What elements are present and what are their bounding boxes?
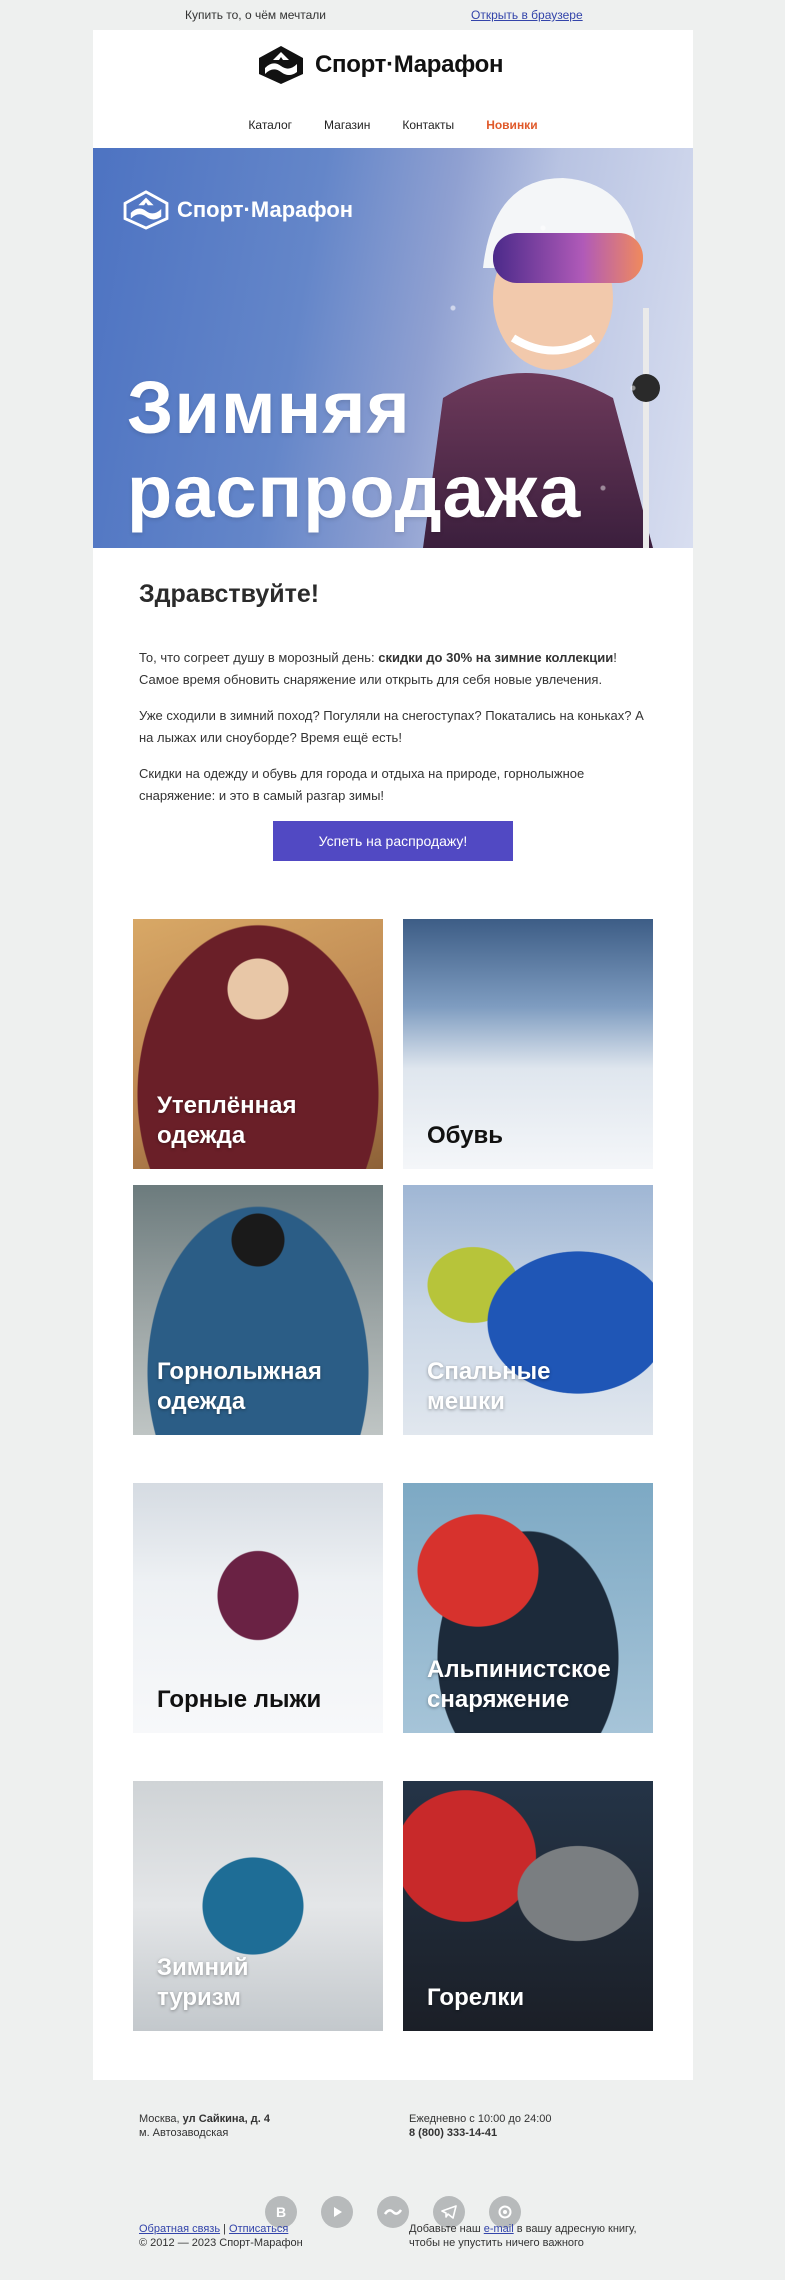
phone-number[interactable]: 8 (800) 333-14-41: [409, 2127, 497, 2139]
tile-climbing-gear[interactable]: Альпинистское снаряжение: [403, 1483, 653, 1733]
tile-label: Спальные мешки: [427, 1357, 551, 1417]
tile-label-line2: мешки: [427, 1388, 505, 1415]
intro-paragraph-3: Скидки на одежду и обувь для города и от…: [139, 766, 585, 803]
footer-add-email: Добавьте наш e-mail в вашу адресную книг…: [409, 2222, 659, 2250]
hero-banner[interactable]: Спорт·Марафон Зимняя распродажа: [93, 148, 693, 548]
email-body: Спорт·Марафон Каталог Магазин Контакты Н…: [93, 30, 693, 2080]
footer-links: Обратная связь | Отписаться © 2012 — 202…: [139, 2222, 303, 2250]
tile-label-line1: Горные лыжи: [157, 1686, 322, 1713]
address-line: Москва, ул Сайкина, д. 4: [139, 2112, 270, 2126]
add-text: Добавьте наш: [409, 2223, 484, 2235]
footer-hours: Ежедневно с 10:00 до 24:00 8 (800) 333-1…: [409, 2112, 552, 2140]
tile-label: Зимний туризм: [157, 1953, 249, 2013]
nav-store[interactable]: Магазин: [324, 118, 370, 132]
tile-burners[interactable]: Горелки: [403, 1781, 653, 2031]
tile-winter-tourism[interactable]: Зимний туризм: [133, 1781, 383, 2031]
tile-label: Альпинистское снаряжение: [427, 1655, 611, 1715]
email-link[interactable]: e-mail: [484, 2223, 514, 2235]
intro-paragraph-2: Уже сходили в зимний поход? Погуляли на …: [139, 708, 644, 745]
footer-links-row: Обратная связь | Отписаться: [139, 2222, 303, 2236]
youtube-icon[interactable]: [321, 2196, 353, 2228]
intro-paragraph-1: То, что согреет душу в морозный день: ск…: [139, 647, 647, 691]
header: Спорт·Марафон Каталог Магазин Контакты Н…: [93, 30, 693, 148]
tile-sleeping-bags[interactable]: Спальные мешки: [403, 1185, 653, 1435]
city: Москва,: [139, 2113, 183, 2125]
tile-label-line2: снаряжение: [427, 1686, 570, 1713]
footer: Москва, ул Сайкина, д. 4 м. Автозаводска…: [0, 2080, 785, 2280]
tile-label-line1: Обувь: [427, 1122, 504, 1149]
metro: м. Автозаводская: [139, 2127, 229, 2139]
tile-insulated-clothing[interactable]: Утеплённая одежда: [133, 919, 383, 1169]
tile-label: Горнолыжная одежда: [157, 1357, 322, 1417]
tile-label: Утеплённая одежда: [157, 1091, 296, 1151]
feedback-link[interactable]: Обратная связь: [139, 2223, 220, 2235]
main-nav: Каталог Магазин Контакты Новинки: [93, 118, 693, 132]
tile-label-line1: Горелки: [427, 1984, 525, 2011]
p1-highlight: скидки до 30% на зимние коллекции: [378, 650, 614, 665]
p1-text: То, что согреет душу в морозный день:: [139, 650, 379, 665]
tile-label-line1: Зимний: [157, 1954, 249, 1981]
sale-cta-button[interactable]: Успеть на распродажу!: [273, 821, 513, 861]
wave-shape-icon: [384, 2209, 402, 2215]
wave-icon[interactable]: [377, 2196, 409, 2228]
ring-icon: [498, 2205, 512, 2219]
tile-label-line2: одежда: [157, 1122, 246, 1149]
hero-logo: Спорт·Марафон: [123, 190, 353, 230]
hero-title: Зимняя распродажа: [127, 366, 581, 534]
tile-label-line1: Альпинистское: [427, 1656, 611, 1683]
mountain-logo-icon: [259, 46, 303, 84]
nav-contacts[interactable]: Контакты: [402, 118, 454, 132]
brand-name: Спорт·Марафон: [315, 51, 504, 78]
play-icon: [334, 2207, 342, 2217]
tile-footwear[interactable]: Обувь: [403, 919, 653, 1169]
unsubscribe-link[interactable]: Отписаться: [229, 2223, 288, 2235]
mountain-logo-icon: [123, 190, 169, 230]
footer-address: Москва, ул Сайкина, д. 4 м. Автозаводска…: [139, 2112, 270, 2140]
link-separator: |: [220, 2223, 230, 2235]
tile-label: Обувь: [427, 1121, 503, 1151]
hero-title-line2: распродажа: [127, 450, 582, 533]
tile-label: Горные лыжи: [157, 1685, 321, 1715]
tile-ski-clothing[interactable]: Горнолыжная одежда: [133, 1185, 383, 1435]
tile-label-line1: Спальные: [427, 1358, 551, 1385]
intro-content: Здравствуйте! То, что согреет душу в мор…: [93, 548, 693, 861]
copyright: © 2012 — 2023 Спорт-Марафон: [139, 2237, 303, 2249]
open-in-browser-link[interactable]: Открыть в браузере: [471, 8, 583, 22]
vk-glyph: В: [275, 2204, 287, 2220]
brand-logo[interactable]: Спорт·Марафон: [257, 44, 503, 86]
cta-wrap: Успеть на распродажу!: [139, 821, 647, 861]
tile-alpine-skis[interactable]: Горные лыжи: [133, 1483, 383, 1733]
opening-hours: Ежедневно с 10:00 до 24:00: [409, 2113, 552, 2125]
tile-label-line1: Утеплённая: [157, 1092, 297, 1119]
preheader-tagline: Купить то, о чём мечтали: [185, 8, 327, 22]
nav-catalog[interactable]: Каталог: [248, 118, 292, 132]
hero-brand-name: Спорт·Марафон: [177, 197, 354, 222]
street: ул Сайкина, д. 4: [182, 2113, 271, 2125]
tile-label-line2: одежда: [157, 1388, 246, 1415]
hero-title-line1: Зимняя: [127, 366, 411, 449]
tile-label: Горелки: [427, 1983, 524, 2013]
tile-label-line2: туризм: [157, 1984, 241, 2011]
tile-label-line1: Горнолыжная: [157, 1358, 322, 1385]
paper-plane-icon: [441, 2205, 457, 2219]
nav-new-arrivals[interactable]: Новинки: [486, 118, 537, 132]
greeting: Здравствуйте!: [139, 580, 320, 608]
preheader: Купить то, о чём мечтали Открыть в брауз…: [0, 0, 785, 30]
